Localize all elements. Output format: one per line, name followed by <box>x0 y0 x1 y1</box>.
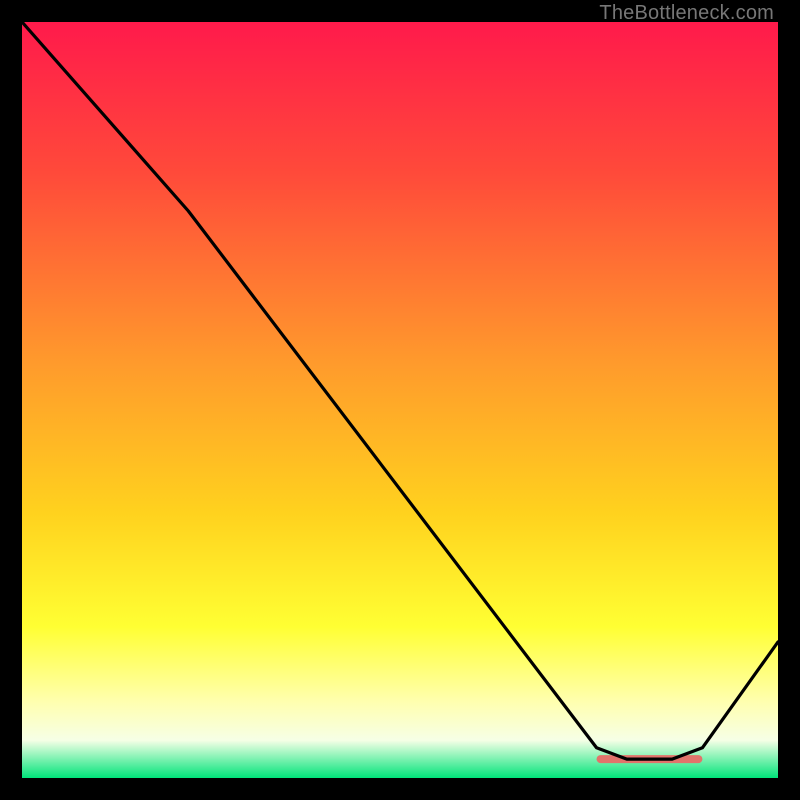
bottleneck-chart <box>22 22 778 778</box>
chart-frame <box>22 22 778 778</box>
gradient-background <box>22 22 778 778</box>
